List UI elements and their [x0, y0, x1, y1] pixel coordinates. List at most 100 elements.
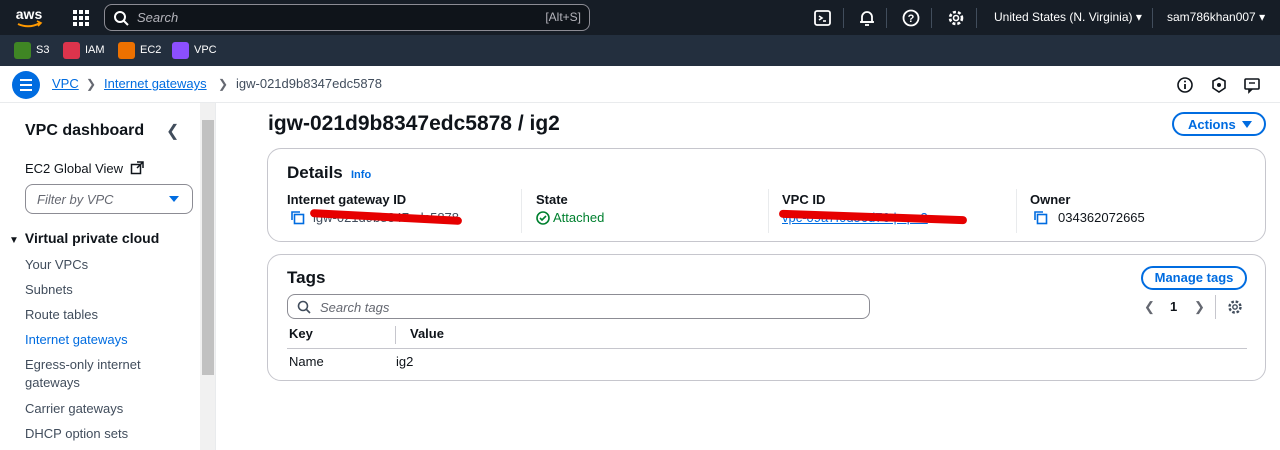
- pagination-divider: [1215, 295, 1216, 319]
- sidebar-item-subnets[interactable]: Subnets: [25, 281, 185, 299]
- nav-divider: [886, 8, 887, 28]
- region-selector[interactable]: United States (N. Virginia) ▾: [994, 10, 1142, 24]
- table-header-divider: [287, 348, 1247, 349]
- breadcrumb-internet-gateways[interactable]: Internet gateways: [104, 76, 207, 91]
- caret-down-icon: ▼: [9, 235, 19, 246]
- nav-divider: [843, 8, 844, 28]
- breadcrumb-bar: VPC ❯ Internet gateways ❯ igw-021d9b8347…: [0, 66, 1280, 103]
- favorite-label: VPC: [194, 44, 217, 56]
- sidebar-item-egress-only-internet-gateways[interactable]: Egress-only internet gateways: [25, 356, 155, 392]
- copy-icon[interactable]: [290, 210, 305, 225]
- actions-button[interactable]: Actions: [1172, 112, 1266, 136]
- nav-divider: [976, 8, 977, 28]
- chevron-left-icon[interactable]: ❮: [166, 121, 179, 141]
- copy-icon[interactable]: [1033, 210, 1048, 225]
- favorite-label: S3: [36, 44, 50, 56]
- sidebar-item-dhcp-option-sets[interactable]: DHCP option sets: [25, 425, 185, 443]
- services-grid-icon[interactable]: [72, 9, 90, 27]
- svg-text:?: ?: [908, 13, 915, 25]
- chevron-right-icon: ❯: [86, 77, 97, 91]
- s3-icon: [14, 41, 31, 59]
- field-label-igw-id: Internet gateway ID: [287, 192, 407, 207]
- favorite-s3[interactable]: S3: [14, 41, 49, 59]
- caret-down-icon: [169, 196, 179, 202]
- chevron-right-icon: ❯: [218, 77, 229, 91]
- security-icon[interactable]: [1210, 76, 1228, 94]
- account-menu[interactable]: sam786khan007 ▾: [1167, 10, 1265, 24]
- favorite-ec2[interactable]: EC2: [118, 41, 161, 59]
- vpc-filter-select[interactable]: Filter by VPC: [25, 184, 193, 214]
- page-title: igw-021d9b8347edc5878 / ig2: [268, 112, 560, 135]
- details-title: Details: [287, 163, 343, 182]
- breadcrumb-vpc[interactable]: VPC: [52, 76, 79, 91]
- info-panel-icon[interactable]: [1176, 76, 1194, 94]
- field-label-owner: Owner: [1030, 192, 1071, 207]
- sidebar-section-vpc[interactable]: ▼ Virtual private cloud: [9, 230, 159, 246]
- tag-key-cell: Name: [289, 354, 324, 369]
- global-search-input[interactable]: Search [Alt+S]: [104, 4, 590, 31]
- caret-down-icon: [1242, 121, 1252, 128]
- top-navigation: aws Search [Alt+S] ? United States (N. V…: [0, 0, 1280, 35]
- tags-card: Tags Manage tags Search tags ❮ 1 ❯ Key V…: [267, 254, 1266, 381]
- bell-icon[interactable]: [857, 8, 877, 28]
- vpc-icon: [172, 41, 189, 59]
- field-value-owner: 034362072665: [1058, 210, 1145, 225]
- favorites-bar: S3 IAM EC2 VPC: [0, 35, 1280, 66]
- gear-icon[interactable]: [946, 8, 966, 28]
- field-label-vpc-id: VPC ID: [782, 192, 826, 207]
- menu-toggle-button[interactable]: [12, 71, 40, 99]
- filter-placeholder: Filter by VPC: [37, 192, 114, 207]
- field-value-state: Attached: [553, 210, 605, 225]
- sidebar-item-route-tables[interactable]: Route tables: [25, 306, 185, 324]
- details-card: Details Info Internet gateway ID igw-021…: [267, 148, 1266, 242]
- column-divider: [395, 326, 396, 344]
- tags-search-input[interactable]: Search tags: [287, 294, 870, 319]
- nav-divider: [1152, 8, 1153, 28]
- field-label-state: State: [536, 192, 568, 207]
- sidebar-item-label: EC2 Global View: [25, 161, 124, 176]
- help-icon[interactable]: ?: [901, 8, 921, 28]
- search-icon: [297, 300, 311, 314]
- search-placeholder: Search: [137, 10, 179, 25]
- side-navigation: VPC dashboard ❮ EC2 Global View Filter b…: [0, 103, 200, 450]
- sidebar-item-global-view[interactable]: EC2 Global View: [25, 161, 144, 176]
- pagination-previous-icon[interactable]: ❮: [1144, 299, 1155, 315]
- sidebar-item-your-vpcs[interactable]: Your VPCs: [25, 256, 185, 274]
- hamburger-icon: [20, 79, 32, 91]
- cloudshell-icon[interactable]: [813, 8, 833, 28]
- column-header-key[interactable]: Key: [289, 326, 313, 341]
- feedback-icon[interactable]: [1243, 76, 1261, 94]
- tags-title: Tags: [287, 268, 326, 287]
- tags-search-placeholder: Search tags: [320, 300, 390, 315]
- section-label: Virtual private cloud: [24, 230, 160, 246]
- breadcrumb-current: igw-021d9b8347edc5878: [236, 76, 383, 91]
- actions-label: Actions: [1188, 117, 1236, 132]
- aws-logo[interactable]: aws: [14, 6, 44, 30]
- manage-tags-button[interactable]: Manage tags: [1141, 266, 1247, 290]
- table-settings-icon[interactable]: [1227, 299, 1243, 315]
- external-link-icon: [130, 161, 144, 175]
- column-divider: [521, 189, 522, 233]
- sidebar-item-carrier-gateways[interactable]: Carrier gateways: [25, 400, 185, 418]
- details-info-link[interactable]: Info: [351, 169, 371, 181]
- column-divider: [1016, 189, 1017, 233]
- favorite-vpc[interactable]: VPC: [172, 41, 217, 59]
- search-icon: [114, 11, 129, 26]
- sidebar-scrollbar-thumb[interactable]: [202, 120, 214, 375]
- column-divider: [768, 189, 769, 233]
- pagination-next-icon[interactable]: ❯: [1194, 299, 1205, 315]
- favorite-label: EC2: [140, 44, 162, 56]
- ec2-icon: [118, 41, 135, 59]
- search-shortcut: [Alt+S]: [545, 10, 581, 24]
- iam-icon: [63, 41, 80, 59]
- tag-value-cell: ig2: [396, 354, 414, 369]
- main-content: igw-021d9b8347edc5878 / ig2 Actions Deta…: [217, 103, 1280, 450]
- column-header-value[interactable]: Value: [410, 326, 444, 341]
- favorite-label: IAM: [85, 44, 105, 56]
- sidebar-title[interactable]: VPC dashboard: [25, 122, 144, 140]
- favorite-iam[interactable]: IAM: [63, 41, 105, 59]
- pagination-page-number[interactable]: 1: [1170, 299, 1177, 314]
- sidebar-item-internet-gateways[interactable]: Internet gateways: [25, 331, 185, 349]
- success-icon: [536, 211, 550, 225]
- nav-divider: [931, 8, 932, 28]
